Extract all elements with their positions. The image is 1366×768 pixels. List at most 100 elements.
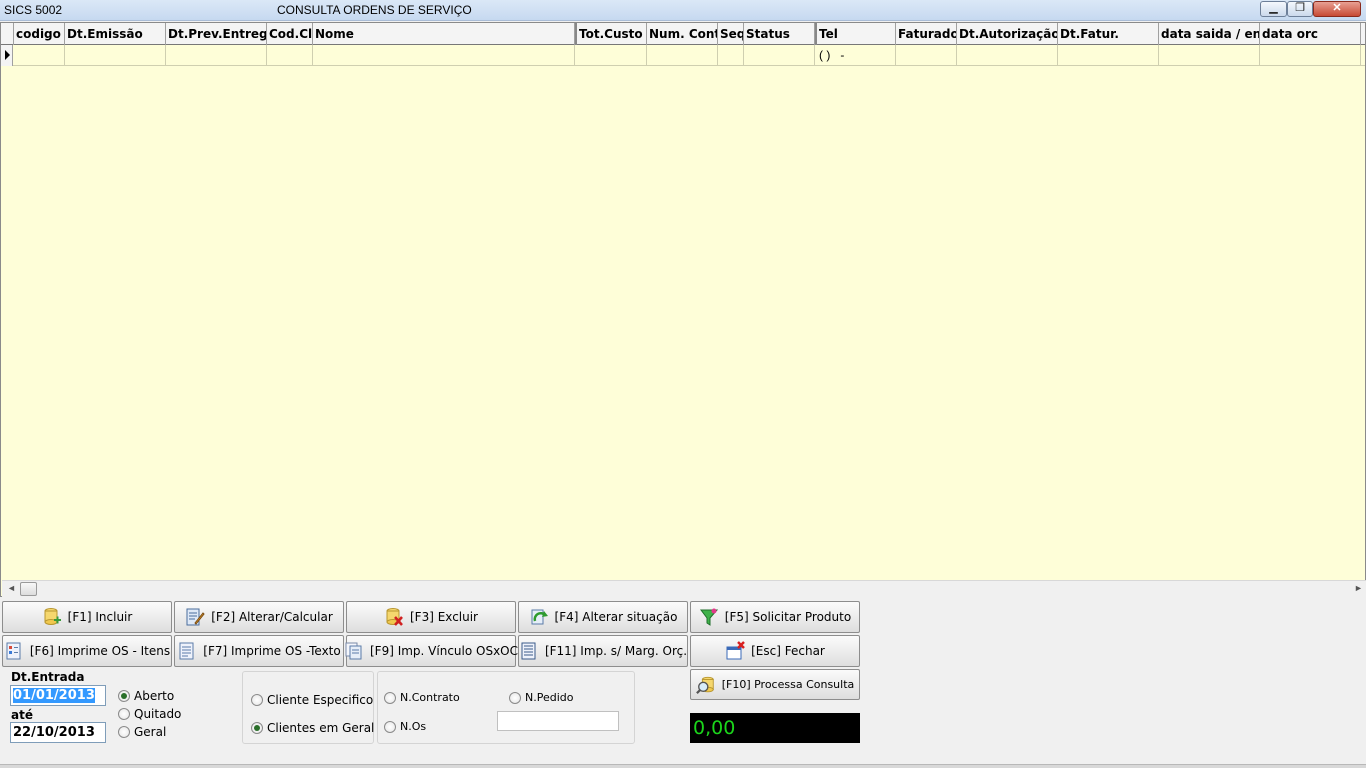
cell-faturado[interactable]	[896, 45, 957, 66]
restore-button[interactable]: ❐	[1287, 1, 1313, 17]
cell-cod-cli[interactable]	[267, 45, 313, 66]
close-window-button[interactable]: ✕	[1313, 1, 1361, 17]
cell-dt-autorizacao[interactable]	[957, 45, 1058, 66]
numero-group	[377, 671, 635, 744]
radio-dot	[509, 691, 521, 704]
numero-input[interactable]	[497, 711, 619, 731]
cell-num-cont[interactable]	[647, 45, 718, 66]
imprime-os-texto-button[interactable]: [F7] Imprime OS -Texto	[174, 635, 344, 667]
col-dt-autorizacao[interactable]: Dt.Autorização	[957, 23, 1058, 45]
radio-geral[interactable]: Geral	[118, 725, 166, 739]
cell-tot-custo[interactable]	[575, 45, 647, 66]
checklist-icon	[4, 641, 24, 661]
row-indicator-icon	[1, 45, 13, 66]
date-from-value: 01/01/2013	[13, 688, 95, 703]
col-cod-cli[interactable]: Cod.Cli	[267, 23, 313, 45]
list-document-icon	[519, 641, 539, 661]
solicitar-produto-button[interactable]: [F5] Solicitar Produto	[690, 601, 860, 633]
incluir-button[interactable]: [F1] Incluir	[2, 601, 172, 633]
text-document-icon	[177, 641, 197, 661]
edit-document-icon	[185, 607, 205, 627]
col-status[interactable]: Status	[744, 23, 815, 45]
close-window-icon	[725, 641, 746, 661]
radio-quitado[interactable]: Quitado	[118, 707, 181, 721]
incluir-label: [F1] Incluir	[67, 610, 133, 624]
fechar-label: [Esc] Fechar	[751, 644, 825, 658]
radio-cliente-especifico[interactable]: Cliente Especifico	[251, 693, 373, 707]
minimize-button[interactable]: ▁	[1260, 1, 1287, 17]
alterar-calcular-button[interactable]: [F2] Alterar/Calcular	[174, 601, 344, 633]
radio-aberto[interactable]: Aberto	[118, 689, 174, 703]
cell-data-saida[interactable]	[1159, 45, 1260, 66]
radio-clientes-geral-label: Clientes em Geral	[267, 721, 375, 735]
dt-entrada-label: Dt.Entrada	[11, 670, 85, 684]
imprime-os-itens-label: [F6] Imprime OS - Itens	[29, 644, 171, 658]
col-data-saida[interactable]: data saida / en	[1159, 23, 1260, 45]
alterar-situacao-label: [F4] Alterar situação	[554, 610, 678, 624]
processa-consulta-button[interactable]: [F10] Processa Consulta	[690, 669, 860, 700]
cell-dt-fatur[interactable]	[1058, 45, 1159, 66]
cell-nome[interactable]	[313, 45, 575, 66]
cell-codigo[interactable]	[14, 45, 65, 66]
radio-quitado-label: Quitado	[134, 707, 182, 721]
col-dt-fatur[interactable]: Dt.Fatur.	[1058, 23, 1159, 45]
radio-dot	[118, 690, 130, 702]
fechar-button[interactable]: [Esc] Fechar	[690, 635, 860, 667]
radio-n-pedido[interactable]: N.Pedido	[509, 691, 574, 704]
grid-header: codigo Dt.Emissão Dt.Prev.Entreg Cod.Cli…	[1, 23, 1365, 45]
radio-dot	[118, 726, 130, 738]
radio-dot	[251, 722, 263, 734]
col-faturado[interactable]: Faturado	[896, 23, 957, 45]
database-add-icon	[42, 607, 62, 627]
col-num-cont[interactable]: Num. Cont	[647, 23, 718, 45]
excluir-label: [F3] Excluir	[410, 610, 478, 624]
radio-dot	[384, 720, 396, 733]
funnel-icon	[699, 607, 719, 627]
header-indicator-cell	[1, 23, 14, 45]
scroll-right-icon[interactable]: ►	[1354, 583, 1363, 593]
radio-clientes-geral[interactable]: Clientes em Geral	[251, 721, 374, 735]
radio-geral-label: Geral	[134, 725, 167, 739]
alterar-situacao-button[interactable]: [F4] Alterar situação	[518, 601, 688, 633]
scroll-left-icon[interactable]: ◄	[7, 583, 16, 593]
date-to-value: 22/10/2013	[13, 725, 95, 740]
refresh-document-icon	[529, 607, 549, 627]
cell-seq[interactable]	[718, 45, 744, 66]
col-seq[interactable]: Seq	[718, 23, 744, 45]
cell-tel[interactable]: ( ) -	[815, 45, 896, 66]
title-bar: SICS 5002 CONSULTA ORDENS DE SERVIÇO ▁ ❐…	[0, 0, 1366, 21]
imp-marg-button[interactable]: [F11] Imp. s/ Marg. Orç.	[518, 635, 688, 667]
radio-cliente-especifico-label: Cliente Especifico	[267, 693, 374, 707]
col-tel[interactable]: Tel	[815, 23, 896, 45]
app-label: SICS 5002	[4, 3, 63, 17]
search-database-icon	[695, 675, 716, 695]
col-dt-prev-entreg[interactable]: Dt.Prev.Entreg	[166, 23, 267, 45]
horizontal-scrollbar[interactable]: ◄ ►	[2, 580, 1366, 597]
cell-data-orc[interactable]	[1260, 45, 1361, 66]
col-codigo[interactable]: codigo	[14, 23, 65, 45]
date-to-field[interactable]: 22/10/2013	[10, 722, 106, 743]
cell-dt-prev-entreg[interactable]	[166, 45, 267, 66]
excluir-button[interactable]: [F3] Excluir	[346, 601, 516, 633]
radio-n-os[interactable]: N.Os	[384, 720, 426, 733]
radio-n-contrato[interactable]: N.Contrato	[384, 691, 460, 704]
col-dt-emissao[interactable]: Dt.Emissão	[65, 23, 166, 45]
table-row[interactable]: ( ) -	[1, 45, 1365, 66]
date-from-field[interactable]: 01/01/2013	[10, 685, 106, 706]
radio-aberto-label: Aberto	[134, 689, 175, 703]
cell-dt-emissao[interactable]	[65, 45, 166, 66]
col-nome[interactable]: Nome	[313, 23, 575, 45]
imprime-os-itens-button[interactable]: [F6] Imprime OS - Itens	[2, 635, 172, 667]
col-data-orc[interactable]: data orc	[1260, 23, 1361, 45]
cell-status[interactable]	[744, 45, 815, 66]
col-tot-custo[interactable]: Tot.Custo	[575, 23, 647, 45]
radio-dot	[251, 694, 263, 706]
scroll-thumb[interactable]	[20, 582, 37, 596]
radio-dot	[118, 708, 130, 720]
processa-consulta-label: [F10] Processa Consulta	[721, 678, 855, 691]
radio-dot	[384, 691, 396, 704]
orders-grid[interactable]: codigo Dt.Emissão Dt.Prev.Entreg Cod.Cli…	[0, 22, 1366, 597]
radio-n-os-label: N.Os	[400, 720, 427, 733]
imp-vinculo-button[interactable]: [F9] Imp. Vínculo OSxOC	[345, 635, 518, 667]
total-display: 0,00	[690, 713, 860, 743]
